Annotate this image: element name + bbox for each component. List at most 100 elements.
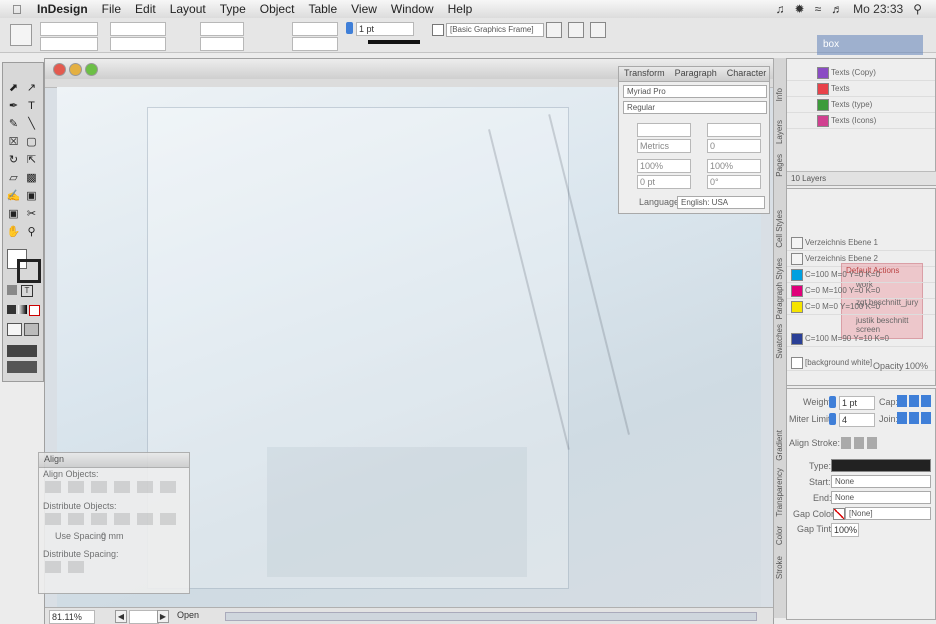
side-tab-pages[interactable]: Pages [775, 154, 784, 177]
weight-field[interactable]: 1 pt [839, 396, 875, 410]
tab-paragraph[interactable]: Paragraph [670, 67, 722, 81]
scale-x-field[interactable] [200, 22, 244, 36]
miter-stepper[interactable] [829, 413, 836, 425]
side-tab-paragraph-styles[interactable]: Paragraph Styles [775, 258, 784, 319]
weight-stepper[interactable] [829, 396, 836, 408]
end-select[interactable]: None [831, 491, 931, 504]
menu-help[interactable]: Help [441, 2, 480, 16]
miter-field[interactable]: 4 [839, 413, 875, 427]
rotate-field[interactable] [292, 22, 338, 36]
direct-selection-tool-icon[interactable]: ↗ [24, 81, 39, 96]
formatting-container-icon[interactable] [7, 285, 17, 295]
line-tool-icon[interactable]: ╲ [24, 117, 39, 132]
reference-point-icon[interactable] [10, 24, 32, 46]
free-transform-tool-icon[interactable]: ▩ [24, 171, 39, 186]
wifi-icon[interactable]: ≈ [815, 2, 822, 16]
eyedropper-tool-icon[interactable]: ✍ [6, 189, 21, 204]
horizontal-scale-field[interactable]: 100% [707, 159, 761, 173]
menu-object[interactable]: Object [253, 2, 302, 16]
zoom-field[interactable]: 81.11% [49, 610, 95, 624]
object-style-select[interactable]: [Basic Graphics Frame] [446, 23, 544, 37]
side-tab-gradient[interactable]: Gradient [775, 430, 784, 461]
screen-mode-icon[interactable] [7, 361, 37, 373]
document-status[interactable]: Open [177, 610, 199, 620]
scale-tool-icon[interactable]: ⇱ [24, 153, 39, 168]
apply-gradient-icon[interactable] [18, 305, 27, 314]
swatch-row[interactable]: C=100 M=90 Y=10 K=0 [787, 331, 935, 347]
skew-field[interactable]: 0° [707, 175, 761, 189]
stroke-weight-field[interactable]: 1 pt [356, 22, 414, 36]
layer-row[interactable]: Texts (Icons) [787, 113, 935, 129]
gap-tint-field[interactable]: 100% [831, 523, 859, 537]
rotate-tool-icon[interactable]: ↻ [6, 153, 21, 168]
side-tab-info[interactable]: Info [775, 88, 784, 101]
page-number-field[interactable] [129, 610, 159, 624]
spacing-value[interactable]: 0 mm [101, 531, 124, 541]
height-field[interactable] [110, 37, 166, 51]
minimize-icon[interactable] [69, 63, 82, 76]
tab-character[interactable]: Character [722, 67, 772, 81]
leading-field[interactable] [707, 123, 761, 137]
distribute-spacing-buttons[interactable] [45, 561, 85, 573]
baseline-shift-field[interactable]: 0 pt [637, 175, 691, 189]
kerning-field[interactable]: Metrics [637, 139, 691, 153]
tab-align[interactable]: Align [39, 453, 69, 467]
layer-row[interactable]: Texts (type) [787, 97, 935, 113]
first-page-button[interactable]: ◀ [115, 610, 127, 623]
width-field[interactable] [110, 22, 166, 36]
side-tab-layers[interactable]: Layers [775, 120, 784, 144]
image-frame[interactable] [267, 447, 527, 577]
swatch-row[interactable]: Verzeichnis Ebene 1 [787, 235, 935, 251]
next-page-button[interactable]: ▶ [157, 610, 169, 623]
close-icon[interactable] [53, 63, 66, 76]
menu-edit[interactable]: Edit [128, 2, 163, 16]
tracking-field[interactable]: 0 [707, 139, 761, 153]
stroke-type-preview[interactable] [368, 40, 420, 44]
zoom-tool-icon[interactable]: ⚲ [24, 225, 39, 240]
layer-row[interactable]: Texts (Copy) [787, 65, 935, 81]
language-select[interactable]: English: USA [677, 196, 765, 209]
bluetooth-icon[interactable]: ✹ [795, 2, 805, 16]
shear-field[interactable] [292, 37, 338, 51]
font-family-select[interactable]: Myriad Pro [623, 85, 767, 98]
formatting-text-icon[interactable]: T [21, 285, 33, 297]
y-field[interactable] [40, 37, 98, 51]
scissors-tool-icon[interactable]: ✂ [24, 207, 39, 222]
font-size-field[interactable] [637, 123, 691, 137]
opacity-value[interactable]: 100% [905, 361, 928, 371]
apply-none-icon[interactable] [29, 305, 40, 316]
menu-table[interactable]: Table [301, 2, 344, 16]
stroke-type-select[interactable] [831, 459, 931, 472]
apple-icon[interactable]:  [12, 2, 30, 17]
vertical-scale-field[interactable]: 100% [637, 159, 691, 173]
scale-y-field[interactable] [200, 37, 244, 51]
side-tab-transparency[interactable]: Transparency [775, 468, 784, 517]
zoom-icon[interactable] [85, 63, 98, 76]
rect-frame-tool-icon[interactable]: ☒ [6, 135, 21, 150]
side-tab-color[interactable]: Color [775, 526, 784, 545]
menu-app[interactable]: InDesign [30, 2, 95, 16]
tab-transform[interactable]: Transform [619, 67, 670, 81]
fill-swatch[interactable] [432, 24, 444, 36]
align-buttons[interactable] [45, 481, 183, 493]
mode-switch-icon[interactable] [7, 345, 37, 357]
swatch-row[interactable]: C=100 M=0 Y=0 K=0 [787, 267, 935, 283]
font-style-select[interactable]: Regular [623, 101, 767, 114]
x-field[interactable] [40, 22, 98, 36]
side-tab-swatches[interactable]: Swatches [775, 324, 784, 359]
spotlight-icon[interactable]: ⚲ [913, 2, 922, 16]
gradient-tool-icon[interactable]: ▣ [24, 189, 39, 204]
join-buttons[interactable] [897, 412, 931, 424]
type-tool-icon[interactable]: T [24, 99, 39, 114]
apply-color-icon[interactable] [7, 305, 16, 314]
pen-tool-icon[interactable]: ✒ [6, 99, 21, 114]
stroke-color-icon[interactable] [17, 259, 41, 283]
menu-file[interactable]: File [95, 2, 128, 16]
swatch-row[interactable]: C=0 M=100 Y=0 K=0 [787, 283, 935, 299]
cap-buttons[interactable] [897, 395, 931, 407]
select-container-icon[interactable] [590, 22, 606, 38]
music-icon[interactable]: ♫ [776, 2, 785, 16]
menu-view[interactable]: View [344, 2, 384, 16]
fit-content-icon[interactable] [568, 22, 584, 38]
rect-tool-icon[interactable]: ▢ [24, 135, 39, 150]
